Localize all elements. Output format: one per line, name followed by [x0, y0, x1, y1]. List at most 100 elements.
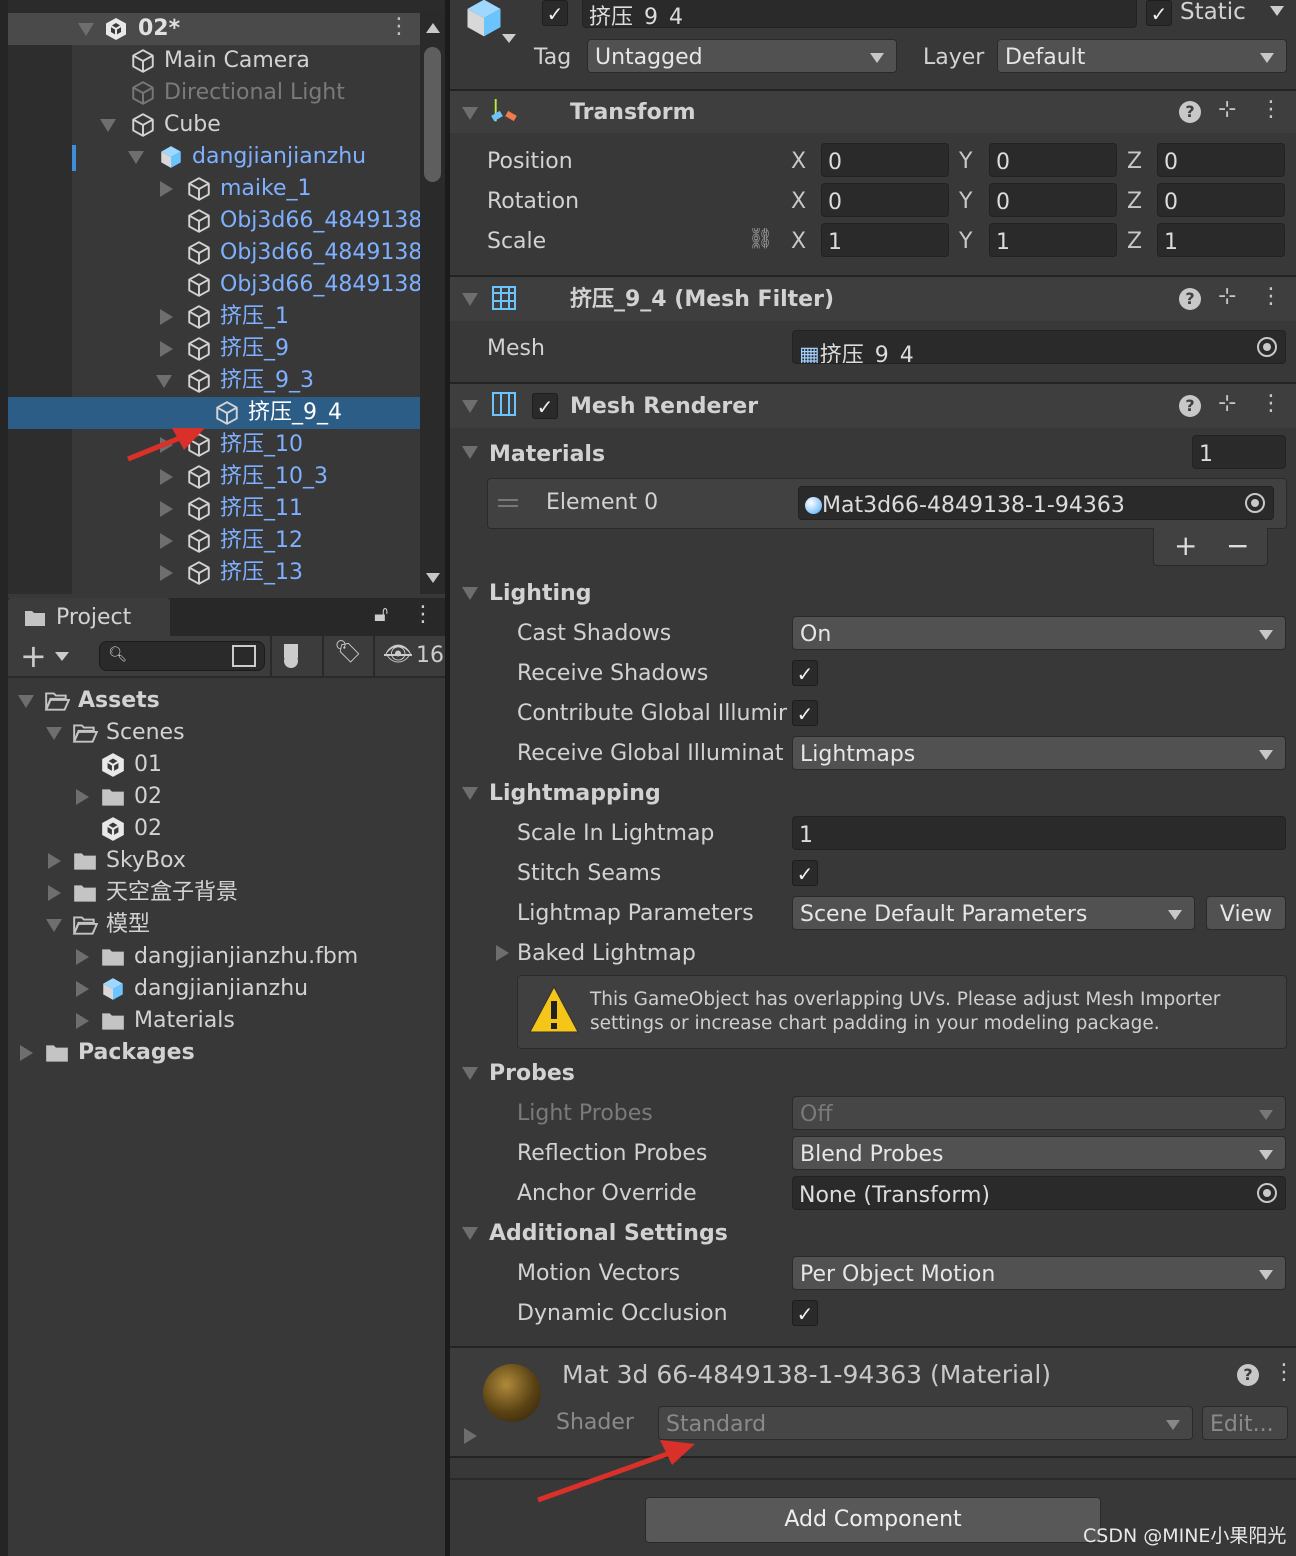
project-item[interactable]: dangjianjianzhu.fbm	[8, 941, 445, 973]
label-filter-icon[interactable]: 🏷︎	[334, 642, 362, 664]
collapse-arrow-icon[interactable]	[20, 1045, 33, 1061]
y-axis-label[interactable]: Y	[959, 149, 972, 174]
search-popout-icon[interactable]	[232, 645, 256, 667]
collapse-arrow-icon[interactable]	[76, 1013, 89, 1029]
project-item[interactable]: 02	[8, 781, 445, 813]
hierarchy-item[interactable]: Obj3d66_4849138	[8, 269, 422, 301]
object-name-field[interactable]: 挤压_9_4	[582, 0, 1137, 28]
anchor-field[interactable]: None (Transform)	[792, 1176, 1286, 1210]
lightmapping-foldout-icon[interactable]	[462, 787, 478, 800]
receive-shadows-checkbox[interactable]: ✓	[792, 660, 818, 686]
rotation-z-field[interactable]: 0	[1157, 183, 1285, 217]
collapse-arrow-icon[interactable]	[48, 885, 61, 901]
hierarchy-item[interactable]: 挤压_13	[8, 557, 420, 589]
collapse-arrow-icon[interactable]	[76, 981, 89, 997]
collapse-arrow-icon[interactable]	[48, 853, 61, 869]
mesh-renderer-header[interactable]: ✓ Mesh Renderer ? ⊹ ⋮	[450, 382, 1296, 428]
transform-header[interactable]: | Transform ? ⊹ ⋮	[450, 89, 1296, 133]
edit-shader-button[interactable]: Edit...	[1202, 1406, 1288, 1440]
x-axis-label[interactable]: X	[791, 149, 806, 174]
motion-vectors-dropdown[interactable]: Per Object Motion	[792, 1256, 1286, 1290]
view-button[interactable]: View	[1206, 896, 1286, 930]
collapse-arrow-icon[interactable]	[160, 533, 173, 549]
additional-foldout-icon[interactable]	[462, 1227, 478, 1240]
object-picker-icon[interactable]	[1257, 337, 1277, 357]
position-y-field[interactable]: 0	[989, 143, 1117, 177]
hierarchy-item[interactable]: 挤压_12	[8, 525, 420, 557]
materials-foldout-icon[interactable]	[462, 446, 478, 459]
baked-lightmap-label[interactable]: Baked Lightmap	[517, 941, 696, 966]
chevron-down-icon[interactable]	[55, 652, 69, 661]
hierarchy-item[interactable]: Directional Light	[8, 77, 420, 109]
lightmapping-header[interactable]: Lightmapping	[489, 781, 661, 806]
presets-icon[interactable]: ⊹	[1218, 393, 1236, 415]
rotation-y-field[interactable]: 0	[989, 183, 1117, 217]
z-axis-label[interactable]: Z	[1127, 149, 1142, 174]
collapse-arrow-icon[interactable]	[160, 437, 173, 453]
hierarchy-item[interactable]: 挤压_9	[8, 333, 420, 365]
layer-dropdown[interactable]: Default	[997, 39, 1287, 73]
collapse-arrow-icon[interactable]	[462, 107, 478, 120]
collapse-arrow-icon[interactable]	[160, 469, 173, 485]
scale-x-field[interactable]: 1	[821, 223, 949, 257]
scale-lightmap-field[interactable]: 1	[792, 816, 1286, 850]
add-component-button[interactable]: Add Component	[645, 1497, 1101, 1543]
project-item[interactable]: Packages	[8, 1037, 445, 1069]
y-axis-label[interactable]: Y	[959, 229, 972, 254]
hierarchy-item[interactable]: 挤压_1	[8, 301, 420, 333]
x-axis-label[interactable]: X	[791, 189, 806, 214]
probes-foldout-icon[interactable]	[462, 1067, 478, 1080]
scale-z-field[interactable]: 1	[1157, 223, 1285, 257]
hierarchy-search-bar[interactable]	[8, 0, 445, 13]
collapse-arrow-icon[interactable]	[160, 501, 173, 517]
tag-dropdown[interactable]: Untagged	[587, 39, 897, 73]
lighting-foldout-icon[interactable]	[462, 587, 478, 600]
reflection-probes-dropdown[interactable]: Blend Probes	[792, 1136, 1286, 1170]
lighting-header[interactable]: Lighting	[489, 581, 591, 606]
expand-arrow-icon[interactable]	[464, 1428, 477, 1444]
help-icon[interactable]: ?	[1179, 288, 1201, 310]
more-menu-icon[interactable]: ⋮	[388, 16, 410, 38]
hierarchy-item[interactable]: 挤压_10	[8, 429, 420, 461]
material-field[interactable]: Mat3d66-4849138-1-94363	[798, 486, 1274, 520]
dynamic-occlusion-checkbox[interactable]: ✓	[792, 1300, 818, 1326]
hierarchy-item[interactable]: 挤压_9_3	[8, 365, 420, 397]
project-item[interactable]: 02	[8, 813, 445, 845]
project-item[interactable]: Scenes	[8, 717, 445, 749]
project-item[interactable]: 01	[8, 749, 445, 781]
x-axis-label[interactable]: X	[791, 229, 806, 254]
more-menu-icon[interactable]: ⋮	[1273, 1362, 1295, 1384]
add-button[interactable]: +	[20, 640, 47, 672]
mesh-filter-header[interactable]: 挤压_9_4 (Mesh Filter) ? ⊹ ⋮	[450, 275, 1296, 321]
more-menu-icon[interactable]: ⋮	[1260, 393, 1282, 415]
expand-arrow-icon[interactable]	[46, 919, 62, 932]
object-picker-icon[interactable]	[1257, 1183, 1277, 1203]
z-axis-label[interactable]: Z	[1127, 189, 1142, 214]
collapse-arrow-icon[interactable]	[462, 293, 478, 306]
static-checkbox[interactable]: ✓	[1146, 0, 1172, 26]
icon-dropdown-icon[interactable]	[502, 34, 516, 43]
position-z-field[interactable]: 0	[1157, 143, 1285, 177]
tab-project[interactable]: Project	[8, 598, 170, 636]
materials-count-field[interactable]: 1	[1192, 435, 1286, 469]
object-picker-icon[interactable]	[1245, 493, 1265, 513]
z-axis-label[interactable]: Z	[1127, 229, 1142, 254]
stitch-seams-checkbox[interactable]: ✓	[792, 860, 818, 886]
scene-header[interactable]: 02* ⋮	[8, 13, 420, 45]
hierarchy-item[interactable]: maike_1	[8, 173, 420, 205]
search-input[interactable]: 🔍︎	[99, 641, 265, 671]
more-menu-icon[interactable]: ⋮	[1260, 99, 1282, 121]
rotation-x-field[interactable]: 0	[821, 183, 949, 217]
scrollbar-thumb[interactable]	[424, 47, 441, 182]
expand-arrow-icon[interactable]	[46, 727, 62, 740]
scale-y-field[interactable]: 1	[989, 223, 1117, 257]
expand-arrow-icon[interactable]	[156, 375, 172, 388]
collapse-arrow-icon[interactable]	[160, 181, 173, 197]
collapse-arrow-icon[interactable]	[160, 341, 173, 357]
expand-arrow-icon[interactable]	[18, 695, 34, 708]
hierarchy-item[interactable]: 挤压_11	[8, 493, 420, 525]
hierarchy-item[interactable]: dangjianjianzhu	[8, 141, 420, 173]
project-item[interactable]: SkyBox	[8, 845, 445, 877]
shader-dropdown[interactable]: Standard	[658, 1406, 1193, 1440]
materials-label[interactable]: Materials	[489, 442, 605, 467]
